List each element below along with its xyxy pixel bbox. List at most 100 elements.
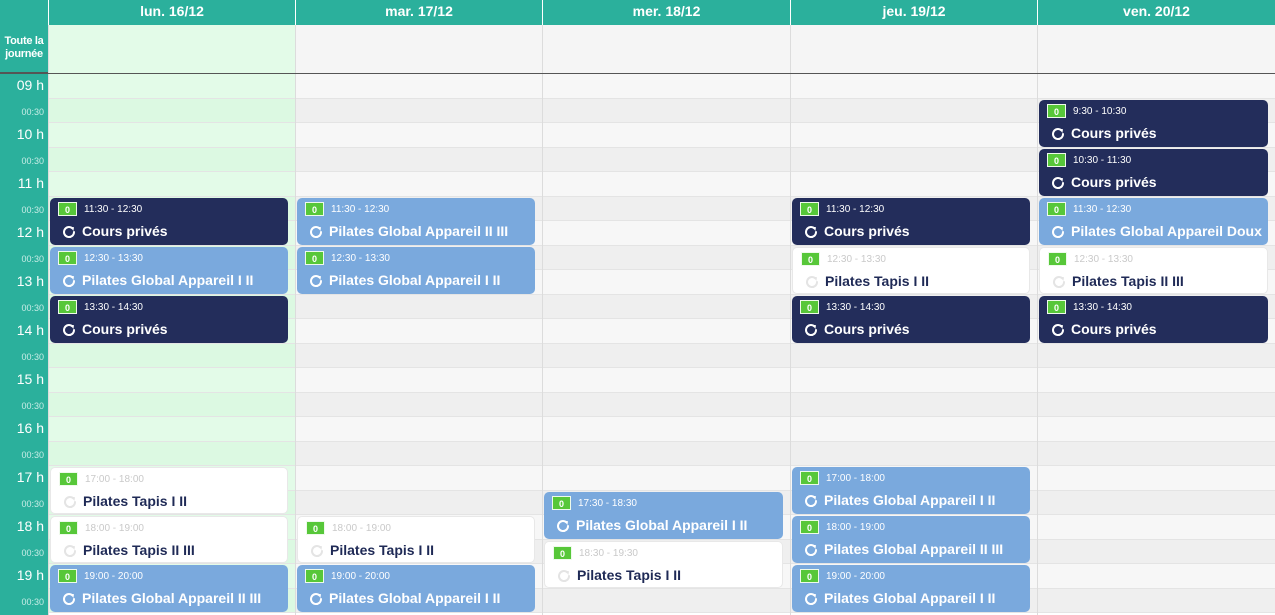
time-slot[interactable] [1038,74,1275,99]
time-slot[interactable] [49,368,295,393]
time-slot[interactable] [543,74,790,99]
time-slot[interactable] [791,392,1037,417]
event-title: Pilates Global Appareil I II [824,590,996,606]
calendar-event[interactable]: 0 12:30 - 13:30 Pilates Global Appareil I … [297,246,535,294]
time-slot[interactable] [296,74,542,99]
time-slot[interactable] [543,417,790,442]
time-slot[interactable] [543,270,790,295]
calendar-event[interactable]: 0 17:00 - 18:00 Pilates Global Appareil I … [792,467,1030,514]
time-slot[interactable] [296,368,542,393]
time-slot[interactable] [791,147,1037,172]
time-slot[interactable] [296,123,542,148]
calendar-event[interactable]: 0 17:00 - 18:00 Pilates Tapis I II [50,467,288,514]
time-slot[interactable] [296,319,542,344]
calendar-event[interactable]: 0 12:30 - 13:30 Pilates Tapis I II [792,246,1030,294]
time-slot[interactable] [1038,588,1275,613]
event-time: 18:00 - 19:00 [826,522,885,533]
calendar-event[interactable]: 0 19:00 - 20:00 Pilates Global Appareil I … [792,565,1030,612]
allday-cell[interactable] [1037,25,1275,73]
calendar-event[interactable]: 0 19:00 - 20:00 Pilates Global Appareil II… [50,565,288,612]
time-slot[interactable] [1038,368,1275,393]
calendar-event[interactable]: 0 18:00 - 19:00 Pilates Global Appareil II… [792,516,1030,563]
time-slot[interactable] [49,74,295,99]
time-slot[interactable] [296,343,542,368]
time-slot[interactable] [49,392,295,417]
time-slot[interactable] [49,147,295,172]
time-slot[interactable] [791,98,1037,123]
time-slot[interactable] [791,417,1037,442]
time-slot[interactable] [1038,564,1275,589]
calendar-event[interactable]: 0 13:30 - 14:30 Cours privés [792,295,1030,343]
time-slot[interactable] [791,441,1037,466]
calendar-event[interactable]: 0 9:30 - 10:30 Cours privés [1039,99,1268,147]
time-slot[interactable] [1038,539,1275,564]
calendar-event[interactable]: 0 11:30 - 12:30 Pilates Global Appareil Do… [1039,197,1268,245]
allday-cell[interactable] [48,25,295,73]
time-slot[interactable] [543,368,790,393]
time-slot[interactable] [543,466,790,491]
calendar-event[interactable]: 0 19:00 - 20:00 Pilates Global Appareil I … [297,565,535,612]
calendar-event[interactable]: 0 12:30 - 13:30 Pilates Tapis II III [1039,246,1268,294]
time-slot[interactable] [543,196,790,221]
calendar-event[interactable]: 0 11:30 - 12:30 Cours privés [50,197,288,245]
allday-cell[interactable] [790,25,1037,73]
calendar-event[interactable]: 0 13:30 - 14:30 Cours privés [50,295,288,343]
time-slot[interactable] [49,172,295,197]
time-slot[interactable] [791,172,1037,197]
time-slot[interactable] [296,417,542,442]
time-slot[interactable] [49,98,295,123]
calendar-event[interactable]: 0 12:30 - 13:30 Pilates Global Appareil I … [50,246,288,294]
calendar-event[interactable]: 0 11:30 - 12:30 Cours privés [792,197,1030,245]
time-slot[interactable] [1038,417,1275,442]
time-slot[interactable] [1038,392,1275,417]
calendar-event[interactable]: 0 18:00 - 19:00 Pilates Tapis I II [297,516,535,563]
half-hour-label: 00:30 [21,253,44,264]
time-slot[interactable] [791,343,1037,368]
time-slot[interactable] [49,417,295,442]
time-slot[interactable] [543,319,790,344]
day-header[interactable]: mar. 17/12 [295,0,542,25]
time-slot[interactable] [791,368,1037,393]
time-slot[interactable] [543,123,790,148]
time-slot[interactable] [543,98,790,123]
time-slot[interactable] [1038,515,1275,540]
time-slot[interactable] [1038,441,1275,466]
time-slot[interactable] [543,588,790,613]
time-slot[interactable] [1038,490,1275,515]
time-slot[interactable] [543,294,790,319]
time-slot[interactable] [49,123,295,148]
time-slot[interactable] [791,123,1037,148]
time-slot[interactable] [543,172,790,197]
calendar-event[interactable]: 0 17:30 - 18:30 Pilates Global Appareil I … [544,491,783,539]
calendar-event[interactable]: 0 18:30 - 19:30 Pilates Tapis I II [544,540,783,588]
time-slot[interactable] [543,441,790,466]
time-slot[interactable] [1038,343,1275,368]
time-slot[interactable] [543,343,790,368]
time-slot[interactable] [543,245,790,270]
allday-cell[interactable] [295,25,542,73]
time-slot[interactable] [543,221,790,246]
allday-cell[interactable] [542,25,790,73]
time-slot[interactable] [49,441,295,466]
time-slot[interactable] [296,466,542,491]
time-slot[interactable] [296,172,542,197]
day-header[interactable]: jeu. 19/12 [790,0,1037,25]
time-slot[interactable] [543,392,790,417]
day-header[interactable]: mer. 18/12 [542,0,790,25]
time-slot[interactable] [296,98,542,123]
calendar-event[interactable]: 0 10:30 - 11:30 Cours privés [1039,148,1268,196]
time-slot[interactable] [296,490,542,515]
calendar-event[interactable]: 0 13:30 - 14:30 Cours privés [1039,295,1268,343]
time-slot[interactable] [49,343,295,368]
day-header[interactable]: lun. 16/12 [48,0,295,25]
time-slot[interactable] [296,294,542,319]
time-slot[interactable] [791,74,1037,99]
day-header[interactable]: ven. 20/12 [1037,0,1275,25]
time-slot[interactable] [296,441,542,466]
time-slot[interactable] [296,147,542,172]
time-slot[interactable] [1038,466,1275,491]
calendar-event[interactable]: 0 11:30 - 12:30 Pilates Global Appareil II… [297,197,535,245]
time-slot[interactable] [543,147,790,172]
calendar-event[interactable]: 0 18:00 - 19:00 Pilates Tapis II III [50,516,288,563]
time-slot[interactable] [296,392,542,417]
